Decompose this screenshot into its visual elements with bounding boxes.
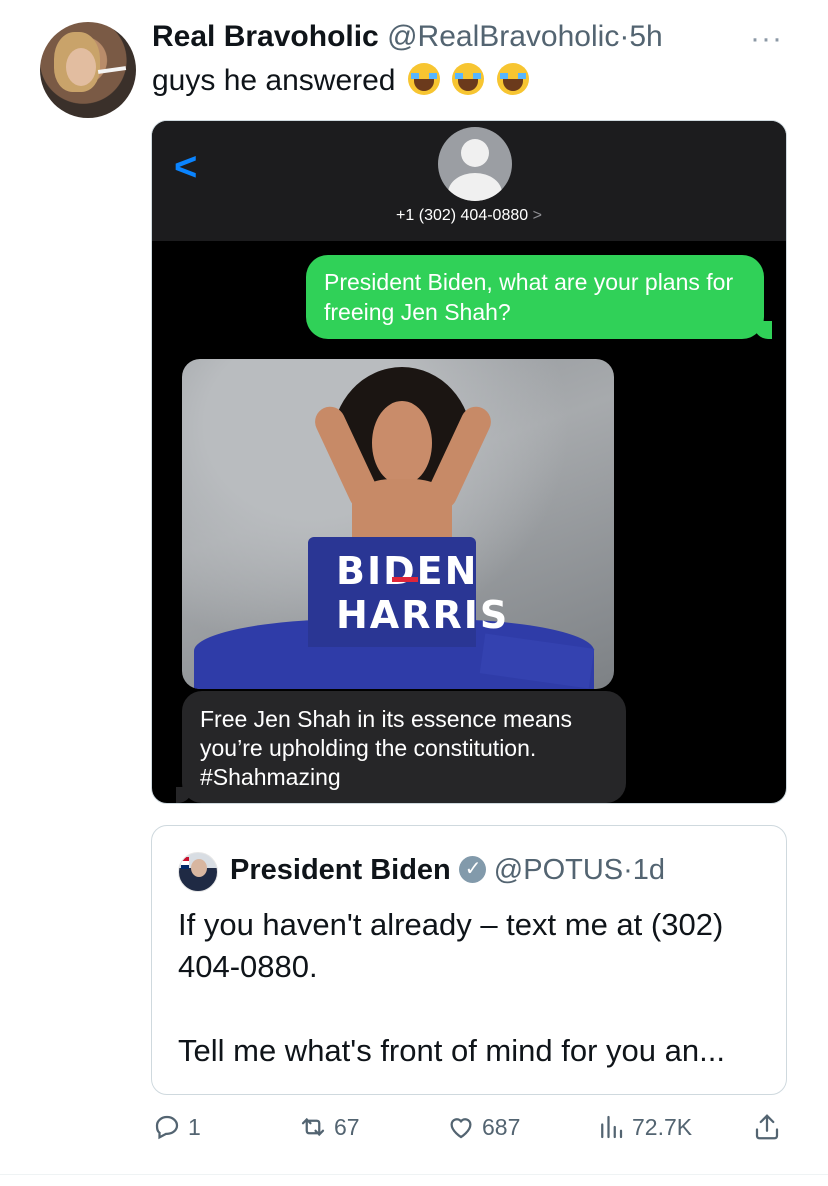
contact-number: +1 (302) 404-0880 > <box>152 207 786 225</box>
quoted-author-handle: @POTUS <box>493 854 624 886</box>
views-chart-icon <box>601 1115 623 1139</box>
loudly-crying-emoji-icon <box>452 63 485 95</box>
share-icon <box>755 1114 779 1140</box>
back-chevron-icon: < <box>174 145 198 189</box>
quoted-tweet-time: 1d <box>632 854 666 886</box>
tweet-text-content: guys he answered <box>152 64 396 97</box>
reply-button[interactable]: 1 <box>152 1112 201 1142</box>
tweet-actions-bar: 1 67 687 72.7K <box>0 1112 828 1152</box>
separator: · <box>619 20 630 53</box>
retweet-button[interactable]: 67 <box>298 1112 360 1142</box>
author-avatar[interactable] <box>40 22 136 118</box>
verified-badge-icon <box>458 856 486 883</box>
avatar-face <box>66 48 96 86</box>
incoming-message-bubble: Free Jen Shah in its essence means you’r… <box>176 691 626 803</box>
contact-number-text: +1 (302) 404-0880 <box>396 207 529 224</box>
bottom-divider <box>0 1174 828 1175</box>
reply-icon <box>155 1115 179 1140</box>
tweet-text: guys he answered <box>152 62 529 100</box>
views-button[interactable]: 72.7K <box>596 1112 692 1142</box>
contact-chevron-icon: > <box>532 207 542 224</box>
like-count: 687 <box>482 1113 521 1140</box>
author-name[interactable]: Real Bravoholic <box>152 20 379 53</box>
tweet-time[interactable]: 5h <box>629 20 662 53</box>
separator: · <box>623 854 633 886</box>
views-count: 72.7K <box>632 1113 693 1140</box>
quoted-author-avatar <box>178 852 218 892</box>
share-button[interactable] <box>752 1112 788 1142</box>
author-handle[interactable]: @RealBravoholic <box>387 20 619 53</box>
loudly-crying-emoji-icon <box>407 63 440 95</box>
quoted-tweet-header: President Biden @POTUS·1d <box>230 854 665 887</box>
quoted-author-name: President Biden <box>230 854 451 886</box>
reply-count: 1 <box>188 1113 201 1140</box>
heart-icon <box>450 1118 472 1139</box>
quoted-tweet[interactable]: President Biden @POTUS·1d If you haven't … <box>151 825 787 1095</box>
avatar-stick <box>97 66 127 74</box>
like-button[interactable]: 687 <box>446 1112 520 1142</box>
contact-avatar-icon <box>438 127 512 201</box>
more-options-icon[interactable]: ··· <box>750 22 783 56</box>
tweet-header: Real Bravoholic @RealBravoholic·5h <box>152 18 663 56</box>
dress-lettering: BIDEN HARRIS <box>336 549 510 637</box>
loudly-crying-emoji-icon <box>496 63 529 95</box>
message-photo: BIDEN HARRIS <box>182 359 614 689</box>
retweet-count: 67 <box>334 1113 360 1140</box>
quoted-tweet-text: If you haven't already – text me at (302… <box>178 907 725 1068</box>
outgoing-message-bubble: President Biden, what are your plans for… <box>306 255 772 339</box>
tweet-media-image[interactable]: < +1 (302) 404-0880 > President Biden, w… <box>151 120 787 804</box>
retweet-icon <box>301 1117 325 1137</box>
